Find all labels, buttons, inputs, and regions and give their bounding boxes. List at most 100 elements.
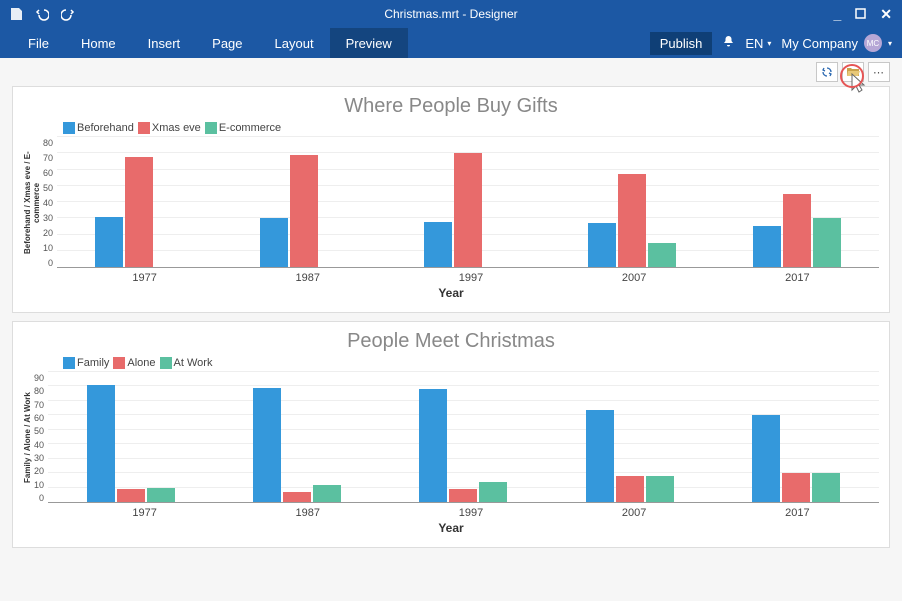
bar — [419, 389, 447, 502]
x-axis-label: Year — [23, 521, 879, 535]
legend-swatch — [63, 357, 75, 369]
bar — [313, 485, 341, 502]
legend-swatch — [205, 122, 217, 134]
legend-label: Beforehand — [77, 122, 134, 134]
bar — [783, 194, 811, 267]
undo-icon[interactable] — [34, 6, 50, 22]
y-tick: 90 — [34, 373, 44, 383]
x-tick: 2007 — [622, 272, 646, 284]
legend-label: E-commerce — [219, 122, 281, 134]
y-tick: 0 — [43, 258, 53, 268]
menu-page[interactable]: Page — [196, 28, 258, 58]
bar — [812, 473, 840, 502]
bar — [117, 489, 145, 502]
x-tick: 1997 — [459, 272, 483, 284]
close-button[interactable]: ✕ — [880, 7, 892, 21]
bar — [283, 492, 311, 502]
bar-group — [260, 155, 348, 267]
redo-icon[interactable] — [60, 6, 76, 22]
legend-swatch — [138, 122, 150, 134]
bar — [260, 218, 288, 267]
y-tick: 0 — [34, 493, 44, 503]
maximize-button[interactable] — [855, 7, 866, 21]
y-tick: 10 — [43, 243, 53, 253]
y-tick: 10 — [34, 480, 44, 490]
chart-legend: Beforehand Xmas eve E-commerce — [63, 122, 879, 134]
bar — [618, 174, 646, 267]
open-file-button[interactable] — [842, 62, 864, 82]
menu-file[interactable]: File — [12, 28, 65, 58]
x-tick: 1987 — [296, 272, 320, 284]
x-tick: 1997 — [459, 507, 483, 519]
report-page-1: Where People Buy GiftsBeforehandXmas eve… — [12, 86, 890, 313]
bar-group — [424, 153, 512, 267]
legend-swatch — [160, 357, 172, 369]
y-tick: 80 — [34, 386, 44, 396]
legend-swatch — [113, 357, 125, 369]
bar-group — [586, 410, 674, 502]
company-menu[interactable]: My Company MC ▾ — [781, 34, 892, 52]
bar — [588, 223, 616, 267]
bar — [454, 153, 482, 267]
menubar: FileHomeInsertPageLayoutPreview Publish … — [0, 28, 902, 58]
refresh-button[interactable] — [816, 62, 838, 82]
language-selector[interactable]: EN ▾ — [745, 36, 771, 51]
bar-group — [419, 389, 507, 502]
grid-line — [48, 371, 879, 372]
notifications-icon[interactable] — [722, 35, 735, 51]
publish-button[interactable]: Publish — [650, 32, 713, 55]
menu-home[interactable]: Home — [65, 28, 132, 58]
bar — [648, 243, 676, 267]
menu-preview[interactable]: Preview — [330, 28, 408, 58]
y-tick: 50 — [34, 426, 44, 436]
report-page-2: People Meet Christmas Family Alone At Work F… — [12, 321, 890, 548]
avatar: MC — [864, 34, 882, 52]
y-tick: 30 — [43, 213, 53, 223]
menu-insert[interactable]: Insert — [132, 28, 197, 58]
y-tick: 60 — [43, 168, 53, 178]
bar-group — [95, 157, 183, 268]
y-tick: 70 — [34, 400, 44, 410]
chevron-down-icon: ▾ — [888, 39, 892, 48]
legend-label: Xmas eve — [152, 122, 201, 134]
language-label: EN — [745, 36, 763, 51]
bar-group — [87, 385, 175, 502]
bar — [813, 218, 841, 267]
x-axis-ticks: 1977 1987 1997 2007 2017 — [63, 272, 879, 284]
y-tick: 20 — [34, 466, 44, 476]
bar — [87, 385, 115, 502]
window-title: Christmas.mrt - Designer — [384, 7, 517, 21]
chart-title: People Meet Christmas — [23, 330, 879, 353]
legend-item: Family — [63, 357, 109, 369]
x-tick: 2007 — [622, 507, 646, 519]
x-tick: 1977 — [132, 272, 156, 284]
y-tick: 50 — [43, 183, 53, 193]
legend-item: Alone — [113, 357, 155, 369]
bar — [95, 217, 123, 267]
x-tick: 2017 — [785, 272, 809, 284]
titlebar: Christmas.mrt - Designer _ ✕ — [0, 0, 902, 28]
bar — [479, 482, 507, 502]
legend-label: Family — [77, 357, 109, 369]
y-axis-label: Family / Alone / At Work — [23, 373, 32, 503]
bar — [147, 488, 175, 502]
menu-layout[interactable]: Layout — [259, 28, 330, 58]
company-label: My Company — [781, 36, 858, 51]
minimize-button[interactable]: _ — [833, 7, 841, 21]
more-options-button[interactable]: ⋯ — [868, 62, 890, 82]
window-controls: _ ✕ — [833, 7, 902, 21]
x-tick: 1977 — [132, 507, 156, 519]
chart-plot — [48, 373, 879, 503]
grid-line — [57, 136, 879, 137]
report-preview-area: Where People Buy GiftsBeforehandXmas eve… — [0, 86, 902, 560]
legend-label: At Work — [174, 357, 213, 369]
bar — [125, 157, 153, 268]
y-axis-ticks: 80706050403020100 — [43, 138, 57, 268]
y-axis-ticks: 9080706050403020100 — [34, 373, 48, 503]
bar — [753, 226, 781, 267]
bar — [616, 476, 644, 502]
chart-plot-wrap: Family / Alone / At Work9080706050403020… — [23, 373, 879, 503]
bar — [290, 155, 318, 267]
save-icon[interactable] — [8, 6, 24, 22]
bar — [586, 410, 614, 502]
